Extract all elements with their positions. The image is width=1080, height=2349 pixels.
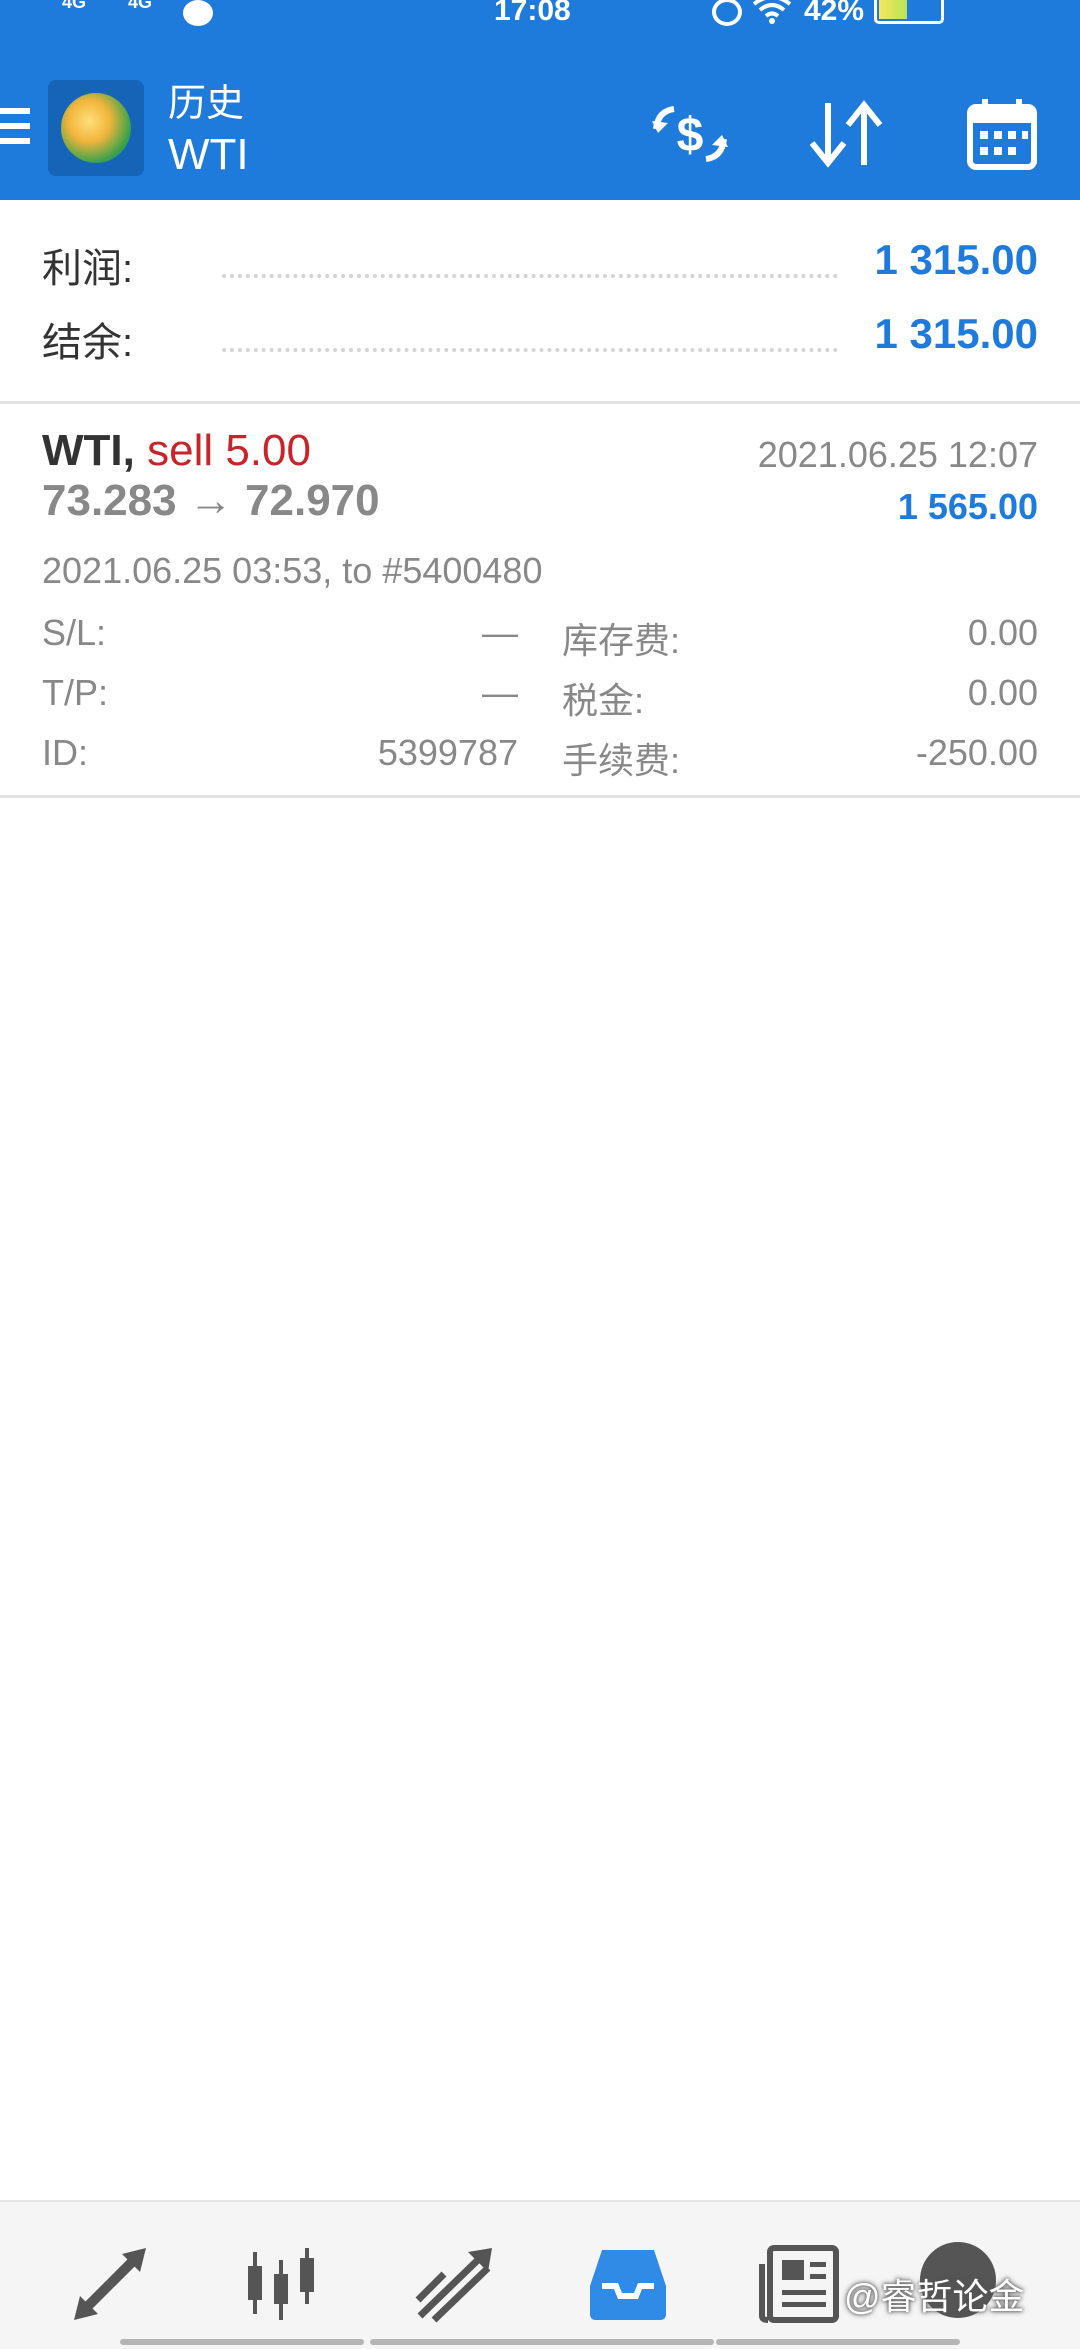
balance-value: 1 315.00	[874, 310, 1039, 357]
battery-percent: 42%	[804, 0, 865, 27]
quotes-icon[interactable]	[62, 2236, 158, 2332]
alarm-icon	[712, 0, 742, 26]
tax-value: 0.00	[967, 672, 1038, 713]
calendar-icon[interactable]	[956, 88, 1048, 180]
chart-icon[interactable]	[234, 2236, 330, 2332]
commission-value: -250.00	[915, 732, 1038, 773]
menu-icon[interactable]	[0, 108, 30, 152]
bottom-navigation: @睿哲论金	[0, 2200, 1080, 2349]
signal-indicator: 4G	[62, 0, 87, 12]
id-value: 5399787	[377, 732, 518, 773]
dotted-leader	[222, 348, 838, 352]
metatrader-logo	[48, 80, 144, 176]
profit-value: 1 315.00	[874, 236, 1039, 283]
nav-indicator	[370, 2339, 714, 2345]
commission-label: 手续费:	[562, 740, 681, 781]
trade-title: WTI, sell 5.00	[42, 426, 311, 476]
battery-icon	[874, 0, 944, 24]
watermark: @睿哲论金	[844, 2276, 1025, 2317]
sl-label: S/L:	[42, 612, 107, 653]
trade-close-time: 2021.06.25 12:07	[757, 434, 1038, 475]
history-icon[interactable]	[580, 2236, 676, 2332]
profit-label: 利润:	[42, 247, 134, 291]
sl-value: —	[482, 612, 518, 653]
news-icon[interactable]	[752, 2236, 848, 2332]
currency-exchange-icon[interactable]: $	[644, 88, 736, 180]
trade-open-info: 2021.06.25 03:53, to #5400480	[42, 550, 543, 591]
notification-icon	[183, 0, 213, 26]
wifi-icon	[752, 0, 792, 32]
nav-indicator	[716, 2339, 960, 2345]
trade-side: sell 5.00	[147, 426, 311, 475]
trade-item[interactable]: WTI, sell 5.00 2021.06.25 12:07 73.283 →…	[0, 404, 1080, 798]
id-label: ID:	[42, 732, 89, 773]
balance-label: 结余:	[42, 321, 134, 365]
tax-label: 税金:	[562, 680, 645, 721]
symbol-title: WTI	[168, 130, 249, 179]
dotted-leader	[222, 274, 838, 278]
swap-label: 库存费:	[562, 620, 681, 661]
status-bar: 4G 4G 17:08 42%	[0, 0, 1080, 34]
trade-prices: 73.283 → 72.970	[42, 476, 380, 525]
nav-indicator	[120, 2339, 364, 2345]
trade-profit: 1 565.00	[897, 486, 1038, 527]
page-title: 历史	[168, 83, 245, 125]
svg-text:$: $	[677, 109, 704, 162]
tp-label: T/P:	[42, 672, 109, 713]
profit-row: 利润: 1 315.00	[42, 236, 1038, 296]
signal-indicator-2: 4G	[128, 0, 153, 12]
swap-value: 0.00	[967, 612, 1038, 653]
summary-panel: 利润: 1 315.00 结余: 1 315.00	[0, 200, 1080, 404]
app-header: 4G 4G 17:08 42% 历史 WTI $	[0, 0, 1080, 200]
history-screen: 4G 4G 17:08 42% 历史 WTI $ 利润: 1 315.00 结余…	[0, 0, 1080, 2349]
trade-icon[interactable]	[408, 2236, 504, 2332]
status-time: 17:08	[494, 0, 571, 27]
trade-symbol: WTI,	[42, 426, 135, 475]
sort-icon[interactable]	[800, 88, 892, 180]
balance-row: 结余: 1 315.00	[42, 310, 1038, 370]
tp-value: —	[482, 672, 518, 713]
